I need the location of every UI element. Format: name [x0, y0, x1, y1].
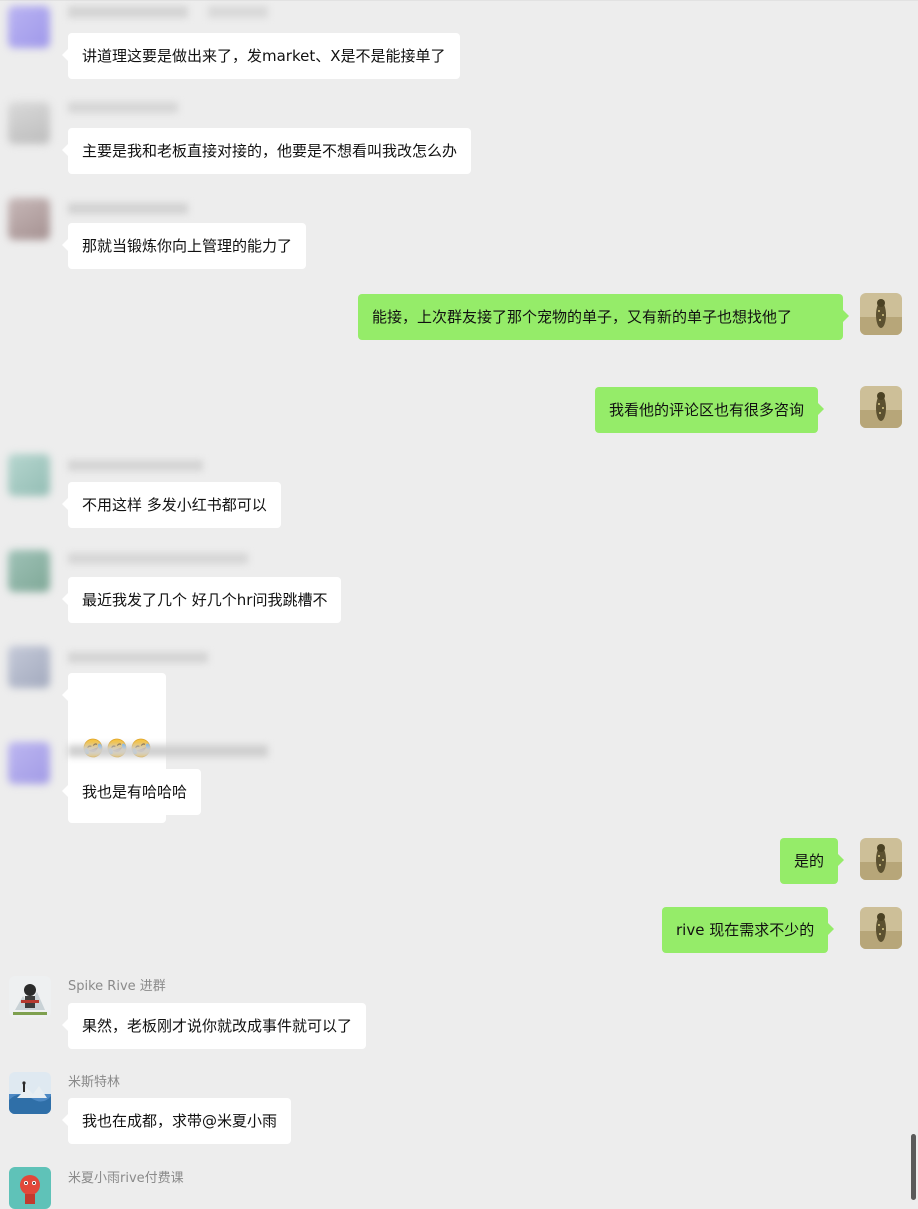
sender-name: Spike Rive 进群: [68, 979, 166, 994]
message-bubble[interactable]: 我也是有哈哈哈: [61, 769, 202, 815]
message-bubble-outgoing[interactable]: 是的: [780, 838, 845, 884]
avatar[interactable]: [8, 102, 50, 144]
red-character-avatar-icon: [9, 1167, 51, 1209]
message-bubble-outgoing[interactable]: 我看他的评论区也有很多咨询: [595, 387, 825, 433]
landscape-avatar-icon: [9, 1072, 51, 1114]
avatar[interactable]: [8, 454, 50, 496]
message-bubble[interactable]: 讲道理这要是做出来了，发market、X是不是能接单了: [62, 33, 460, 79]
anime-character-avatar-icon: [9, 976, 51, 1018]
avatar[interactable]: [8, 6, 50, 48]
avatar[interactable]: [9, 976, 51, 1018]
avatar-self[interactable]: [860, 293, 902, 335]
cheetah-avatar-icon: [860, 838, 902, 880]
avatar[interactable]: [8, 550, 50, 592]
cheetah-avatar-icon: [860, 386, 902, 428]
avatar[interactable]: [8, 646, 50, 688]
sender-name: 米斯特林: [68, 1075, 121, 1090]
avatar-self[interactable]: [860, 386, 902, 428]
message-bubble[interactable]: 那就当锻炼你向上管理的能力了: [61, 223, 307, 269]
message-bubble-outgoing[interactable]: rive 现在需求不少的: [662, 907, 835, 953]
cheetah-avatar-icon: [860, 293, 902, 335]
message-bubble[interactable]: 最近我发了几个 好几个hr问我跳槽不: [61, 577, 342, 623]
chat-message-list[interactable]: 讲道理这要是做出来了，发market、X是不是能接单了 主要是我和老板直接对接的…: [0, 0, 918, 1209]
message-bubble[interactable]: 主要是我和老板直接对接的，他要是不想看叫我改怎么办: [61, 128, 472, 174]
avatar-self[interactable]: [860, 907, 902, 949]
avatar-self[interactable]: [860, 838, 902, 880]
sender-name-obscured: [68, 102, 178, 113]
message-bubble[interactable]: 我也在成都，求带@米夏小雨: [61, 1098, 292, 1144]
cheetah-avatar-icon: [860, 907, 902, 949]
message-bubble[interactable]: 果然，老板刚才说你就改成事件就可以了: [61, 1003, 367, 1049]
sender-name-obscured: [68, 745, 268, 757]
avatar[interactable]: [9, 1167, 51, 1209]
avatar[interactable]: [8, 198, 50, 240]
sender-name-obscured: [68, 553, 248, 564]
avatar[interactable]: [8, 742, 50, 784]
avatar[interactable]: [9, 1072, 51, 1114]
message-bubble[interactable]: 不用这样 多发小红书都可以: [62, 482, 281, 528]
sender-name-obscured: [68, 203, 188, 214]
scrollbar-thumb[interactable]: [911, 1134, 916, 1200]
sender-name-obscured: [68, 460, 203, 471]
sender-name: 米夏小雨rive付费课: [68, 1171, 184, 1186]
message-bubble-outgoing[interactable]: 能接，上次群友接了那个宠物的单子，又有新的单子也想找他了: [358, 294, 849, 340]
sender-name-obscured: [68, 6, 268, 18]
sender-name-obscured: [68, 652, 208, 663]
top-divider: [0, 0, 918, 1]
